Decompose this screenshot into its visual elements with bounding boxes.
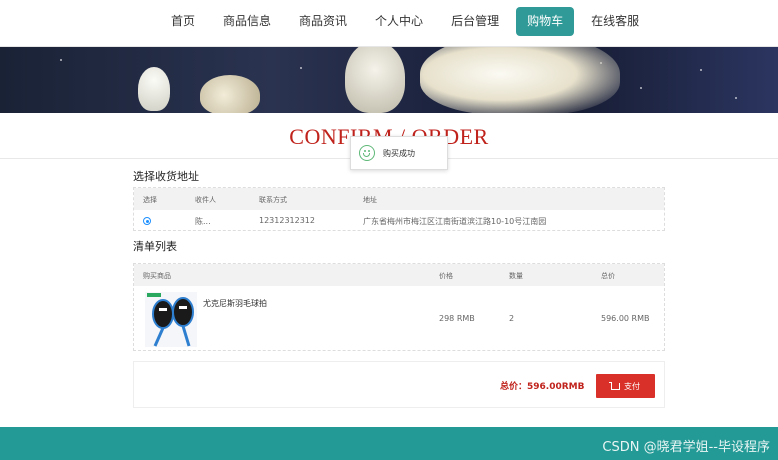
items-table: 购买商品 价格 数量 总价 尤克尼斯羽毛球拍 298 RMB 2 596.00 … <box>133 263 665 351</box>
shuttlecock-image <box>345 47 405 113</box>
shuttlecock-image <box>420 47 620 113</box>
address-section-title: 选择收货地址 <box>133 170 199 183</box>
shuttlecock-image <box>138 67 170 111</box>
nav-menu: 首页 商品信息 商品资讯 个人中心 后台管理 购物车 在线客服 <box>160 7 656 36</box>
address-table-header: 选择 收件人 联系方式 地址 <box>134 188 664 210</box>
recipient-name: 陈... <box>195 217 211 226</box>
watermark-text: CSDN @晓君学姐--毕设程序 <box>602 440 770 455</box>
header-select: 选择 <box>143 196 157 204</box>
nav-item-0[interactable]: 首页 <box>160 7 206 36</box>
header-total: 总价 <box>601 272 615 280</box>
address-radio-button[interactable] <box>143 217 151 225</box>
page: 首页商品信息商品资讯个人中心后台管理购物车在线客服 CONFIRM / ORDE… <box>0 0 778 460</box>
header-address: 地址 <box>363 196 377 204</box>
nav-item-3[interactable]: 个人中心 <box>364 7 434 36</box>
success-toast: 购买成功 <box>350 136 448 170</box>
smile-icon <box>359 145 375 161</box>
cart-icon <box>609 381 620 390</box>
total-price: 总价：596.00RMB <box>500 382 585 392</box>
header-quantity: 数量 <box>509 272 523 280</box>
shuttlecock-image <box>200 75 260 113</box>
header-price: 价格 <box>439 272 453 280</box>
product-image[interactable] <box>145 292 197 347</box>
pay-button-label: 支付 <box>624 381 640 391</box>
order-summary: 总价：596.00RMB 支付 <box>133 361 665 408</box>
items-section-title: 清单列表 <box>133 240 177 253</box>
header-recipient: 收件人 <box>195 196 216 204</box>
nav-item-1[interactable]: 商品信息 <box>212 7 282 36</box>
pay-button[interactable]: 支付 <box>596 374 655 398</box>
toast-message: 购买成功 <box>383 148 415 158</box>
nav-item-2[interactable]: 商品资讯 <box>288 7 358 36</box>
top-navigation: 首页 商品信息 商品资讯 个人中心 后台管理 购物车 在线客服 <box>0 0 778 47</box>
product-quantity: 2 <box>509 314 515 323</box>
header-phone: 联系方式 <box>259 196 287 204</box>
header-product: 购买商品 <box>143 272 171 280</box>
product-total: 596.00 RMB <box>601 314 650 323</box>
nav-item-4[interactable]: 后台管理 <box>440 7 510 36</box>
recipient-phone: 12312312312 <box>259 216 315 225</box>
nav-item-5[interactable]: 购物车 <box>516 7 575 36</box>
recipient-address: 广东省梅州市梅江区江南街道滨江路10-10号江南园 <box>363 217 547 226</box>
address-table: 选择 收件人 联系方式 地址 陈... 12312312312 广东省梅州市梅江… <box>133 187 665 231</box>
address-row[interactable]: 陈... 12312312312 广东省梅州市梅江区江南街道滨江路10-10号江… <box>134 210 664 231</box>
product-price: 298 RMB <box>439 314 475 323</box>
nav-item-6[interactable]: 在线客服 <box>580 7 650 36</box>
product-name[interactable]: 尤克尼斯羽毛球拍 <box>203 298 267 309</box>
items-table-header: 购买商品 价格 数量 总价 <box>134 264 664 286</box>
hero-banner <box>0 47 778 113</box>
footer: CSDN @晓君学姐--毕设程序 <box>0 427 778 460</box>
item-row: 尤克尼斯羽毛球拍 298 RMB 2 596.00 RMB <box>134 286 664 350</box>
